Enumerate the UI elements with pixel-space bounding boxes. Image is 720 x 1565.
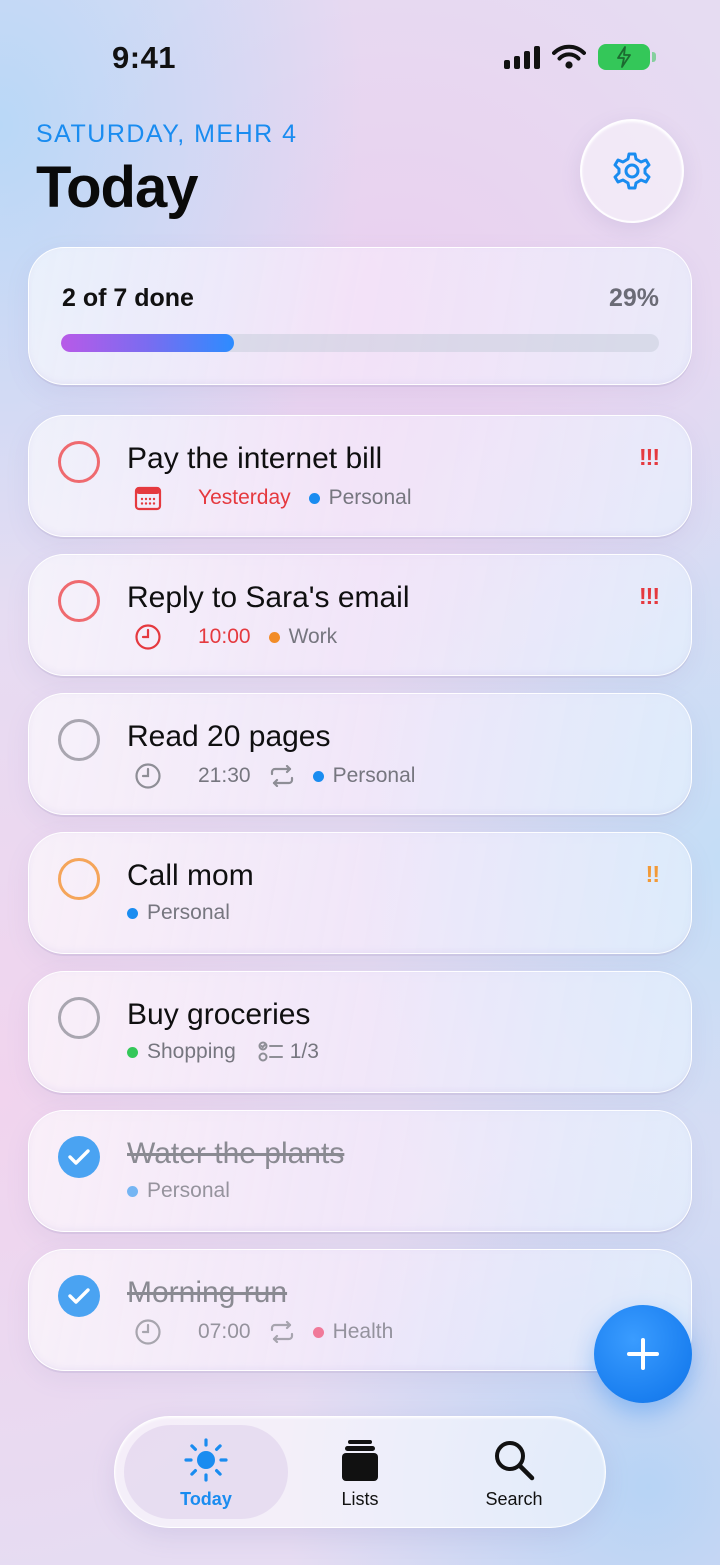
priority-indicator: !!!: [639, 583, 660, 609]
task-title: Buy groceries: [127, 998, 311, 1031]
task-list-tag: Personal: [308, 486, 412, 510]
task-due: 21:30: [198, 764, 251, 787]
list-color-dot: [268, 631, 280, 643]
status-time: 9:41: [112, 40, 177, 75]
task-meta: Shopping 1/3: [127, 1040, 319, 1064]
task-row[interactable]: Morning run 07:00 Health: [28, 1249, 692, 1371]
task-row[interactable]: Buy groceries Shopping 1/3: [28, 971, 692, 1093]
task-checkbox[interactable]: [58, 858, 100, 900]
task-row[interactable]: Reply to Sara's email !!! 10:00 Work: [28, 554, 692, 676]
task-list-name: Personal: [147, 901, 230, 924]
cellular-signal-icon: [504, 45, 540, 69]
checkmark-icon: [68, 1149, 90, 1165]
subtasks-counter: 1/3: [258, 1040, 319, 1064]
task-checkbox-checked[interactable]: [58, 1136, 100, 1178]
progress-bar: [61, 334, 659, 352]
task-meta: Personal: [127, 1179, 230, 1203]
progress-text: 2 of 7 done: [62, 284, 194, 312]
task-checkbox[interactable]: [58, 997, 100, 1039]
task-list-name: Personal: [328, 486, 412, 509]
task-meta: 10:00 Work: [127, 623, 337, 651]
task-list-name: Personal: [332, 764, 416, 787]
task-meta: Yesterday Personal: [127, 484, 412, 512]
list-color-dot: [308, 492, 320, 504]
plus-icon: [627, 1338, 659, 1370]
task-meta: 21:30 Personal: [127, 762, 415, 790]
task-list-tag: Personal: [312, 764, 416, 788]
task-title: Reply to Sara's email: [127, 581, 410, 614]
progress-fill: [61, 334, 235, 352]
task-title: Read 20 pages: [127, 720, 331, 753]
list-color-dot: [312, 770, 324, 782]
task-list-name: Shopping: [147, 1040, 236, 1063]
progress-card: 2 of 7 done 29%: [28, 247, 692, 385]
task-row[interactable]: Pay the internet bill !!! Yesterday Pers…: [28, 415, 692, 537]
stack-icon: [342, 1440, 378, 1481]
task-due: 07:00: [198, 1320, 251, 1343]
list-color-dot: [312, 1326, 324, 1338]
battery-charging-icon: [598, 44, 656, 70]
task-row[interactable]: Call mom !! Personal: [28, 832, 692, 954]
list-color-dot: [127, 1185, 138, 1197]
task-meta: Personal: [127, 901, 230, 925]
task-list-name: Work: [288, 625, 338, 648]
calendar-icon: [134, 484, 162, 512]
task-title: Water the plants: [127, 1137, 345, 1170]
search-icon: [495, 1441, 535, 1481]
checkmark-icon: [68, 1288, 90, 1304]
gear-icon: [613, 152, 651, 190]
status-icons: [504, 44, 656, 70]
task-title: Morning run: [127, 1276, 288, 1309]
task-checkbox[interactable]: [58, 580, 100, 622]
list-color-dot: [127, 1046, 138, 1058]
wifi-icon: [552, 44, 586, 69]
sun-icon: [184, 1438, 228, 1482]
tab-bar: Today Lists Search: [114, 1416, 606, 1528]
tab-today[interactable]: Today: [124, 1425, 288, 1519]
task-meta: 07:00 Health: [127, 1318, 393, 1346]
list-color-dot: [127, 907, 138, 919]
task-row[interactable]: Water the plants Personal: [28, 1110, 692, 1232]
checklist-icon: [258, 1041, 283, 1062]
task-list-tag: Personal: [127, 901, 230, 925]
tab-label: Lists: [341, 1489, 379, 1509]
repeat-icon: [269, 765, 295, 787]
task-list-name: Health: [332, 1320, 394, 1343]
priority-indicator: !!!: [639, 444, 660, 470]
tab-lists[interactable]: Lists: [278, 1425, 442, 1519]
date-label: SATURDAY, MEHR 4: [36, 120, 298, 148]
tab-search[interactable]: Search: [432, 1425, 596, 1519]
task-list-tag: Personal: [127, 1179, 230, 1203]
tab-label: Search: [485, 1489, 543, 1509]
settings-button[interactable]: [580, 119, 684, 223]
priority-indicator: !!: [645, 861, 660, 887]
task-row[interactable]: Read 20 pages 21:30 Personal: [28, 693, 692, 815]
clock-icon: [134, 762, 162, 790]
task-checkbox-checked[interactable]: [58, 1275, 100, 1317]
clock-icon: [134, 623, 162, 651]
task-title: Pay the internet bill: [127, 442, 383, 475]
task-list-tag: Shopping: [127, 1040, 236, 1064]
page-title: Today: [36, 155, 198, 220]
task-list-tag: Work: [268, 625, 338, 649]
task-checkbox[interactable]: [58, 719, 100, 761]
tab-label: Today: [180, 1489, 232, 1509]
task-checkbox[interactable]: [58, 441, 100, 483]
clock-icon: [134, 1318, 162, 1346]
task-title: Call mom: [127, 859, 254, 892]
task-due: Yesterday: [198, 486, 291, 509]
task-due: 10:00: [198, 625, 251, 648]
task-list-tag: Health: [312, 1320, 394, 1344]
repeat-icon: [269, 1321, 295, 1343]
add-task-button[interactable]: [594, 1305, 692, 1403]
subtasks-count: 1/3: [289, 1040, 319, 1063]
task-list-name: Personal: [147, 1179, 230, 1202]
progress-percent: 29%: [608, 284, 659, 312]
